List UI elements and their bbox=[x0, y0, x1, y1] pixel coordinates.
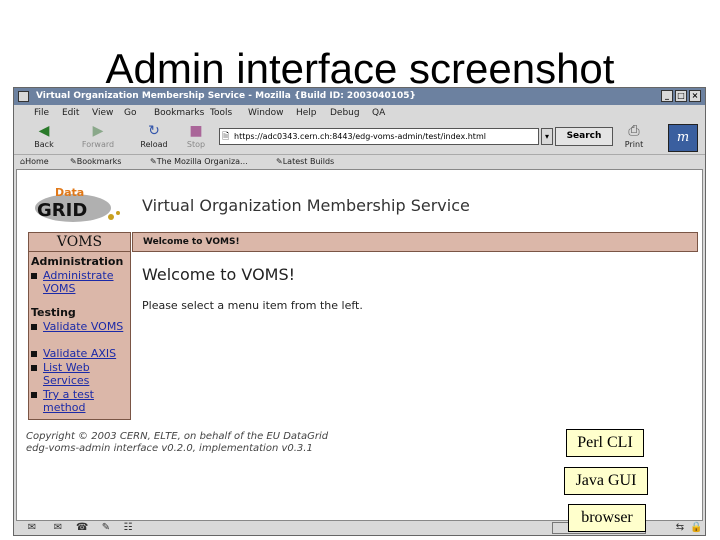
sidebar-item-label: Try a test method bbox=[43, 388, 94, 414]
mail-icon[interactable]: ✉ bbox=[52, 522, 64, 534]
forward-arrow-icon: ▶ bbox=[92, 123, 104, 139]
logo-data-text: Data bbox=[55, 186, 84, 199]
bullet-icon bbox=[31, 365, 37, 371]
copyright-line-2: edg-voms-admin interface v0.2.0, impleme… bbox=[26, 443, 313, 454]
reload-button[interactable]: ↻ Reload bbox=[134, 123, 174, 153]
bookmark-latest-builds-label: Latest Builds bbox=[282, 157, 335, 166]
reload-label: Reload bbox=[140, 140, 168, 149]
chat-icon[interactable]: ☎ bbox=[76, 522, 88, 534]
bookmark-bookmarks-label: Bookmarks bbox=[76, 157, 122, 166]
bookmark-home[interactable]: ⌂ Home bbox=[20, 155, 49, 169]
bullet-icon bbox=[31, 351, 37, 357]
sidebar-menu: Administration Administrate VOMS Testing… bbox=[28, 252, 131, 420]
stop-button[interactable]: ■ Stop bbox=[176, 123, 216, 153]
print-button[interactable]: ⎙ Print bbox=[614, 123, 654, 153]
back-button[interactable]: ◀ Back bbox=[24, 123, 64, 153]
instruction-text: Please select a menu item from the left. bbox=[142, 299, 363, 312]
bookmarks-toolbar: ⌂ Home ✎ Bookmarks ✎ The Mozilla Organiz… bbox=[14, 154, 705, 169]
back-label: Back bbox=[34, 140, 54, 149]
menu-help[interactable]: Help bbox=[296, 105, 317, 121]
page-icon: 🗎 bbox=[222, 132, 230, 142]
perl-cli-label: Perl CLI bbox=[566, 429, 644, 457]
address-book-icon[interactable]: ☷ bbox=[122, 522, 134, 534]
stop-label: Stop bbox=[186, 140, 206, 149]
bullet-icon bbox=[31, 324, 37, 330]
connection-icon: ⇆ bbox=[675, 522, 685, 533]
menu-qa[interactable]: QA bbox=[372, 105, 385, 121]
bookmark-latest-builds[interactable]: ✎ Latest Builds bbox=[276, 155, 334, 169]
bookmark-mozilla-org-label: The Mozilla Organiza... bbox=[156, 157, 248, 166]
sidebar-item-label: Validate VOMS bbox=[43, 320, 124, 333]
datagrid-logo: Data GRID bbox=[35, 186, 120, 222]
main-heading: Welcome to VOMS! bbox=[142, 265, 296, 284]
bullet-icon bbox=[31, 273, 37, 279]
bookmark-mozilla-org[interactable]: ✎ The Mozilla Organiza... bbox=[150, 155, 248, 169]
composer-icon[interactable]: ✎ bbox=[100, 522, 112, 534]
back-arrow-icon: ◀ bbox=[38, 123, 50, 139]
browser-label: browser bbox=[568, 504, 646, 532]
url-input[interactable]: https://adc0343.cern.ch:8443/edg-voms-ad… bbox=[219, 128, 539, 145]
forward-label: Forward bbox=[81, 140, 115, 149]
welcome-bar: Welcome to VOMS! bbox=[132, 232, 698, 252]
printer-icon: ⎙ bbox=[628, 123, 640, 139]
menu-window[interactable]: Window bbox=[248, 105, 284, 121]
url-dropdown-button[interactable]: ▾ bbox=[541, 128, 553, 145]
navigator-icon[interactable]: ✉ bbox=[26, 522, 38, 534]
menu-bookmarks[interactable]: Bookmarks bbox=[154, 105, 204, 121]
java-gui-label: Java GUI bbox=[564, 467, 648, 495]
copyright-footer: Copyright © 2003 CERN, ELTE, on behalf o… bbox=[26, 431, 328, 455]
forward-button[interactable]: ▶ Forward bbox=[78, 123, 118, 153]
navigation-toolbar: ◀ Back ▶ Forward ↻ Reload ■ Stop 🗎 https… bbox=[14, 121, 705, 154]
sidebar-item-label: List Web Services bbox=[43, 361, 90, 387]
logo-grid-text: GRID bbox=[37, 200, 87, 221]
menu-bar: File Edit View Go Bookmarks Tools Window… bbox=[14, 105, 705, 121]
sidebar-section-administration: Administration bbox=[31, 255, 124, 268]
search-label: Search bbox=[566, 131, 602, 141]
security-lock-icon[interactable]: 🔒 bbox=[690, 522, 702, 534]
reload-icon: ↻ bbox=[148, 123, 160, 139]
menu-debug[interactable]: Debug bbox=[330, 105, 360, 121]
slide-title: Admin interface screenshot bbox=[105, 45, 615, 92]
search-button[interactable]: Search bbox=[555, 127, 613, 146]
mozilla-logo-icon[interactable]: m bbox=[668, 124, 698, 152]
banner-title: Virtual Organization Membership Service bbox=[142, 196, 470, 215]
menu-tools[interactable]: Tools bbox=[210, 105, 232, 121]
bullet-icon bbox=[31, 392, 37, 398]
print-label: Print bbox=[624, 140, 644, 149]
sidebar-item-label: Validate AXIS bbox=[43, 347, 117, 360]
stop-icon: ■ bbox=[189, 123, 203, 139]
sidebar-item-label: Administrate VOMS bbox=[43, 269, 114, 295]
sidebar-header: VOMS bbox=[28, 232, 131, 252]
copyright-line-1: Copyright © 2003 CERN, ELTE, on behalf o… bbox=[26, 431, 329, 442]
bookmark-bookmarks[interactable]: ✎ Bookmarks bbox=[70, 155, 121, 169]
sidebar-section-testing: Testing bbox=[31, 306, 76, 319]
bookmark-home-label: Home bbox=[25, 157, 49, 166]
menu-go[interactable]: Go bbox=[124, 105, 136, 121]
menu-view[interactable]: View bbox=[92, 105, 113, 121]
menu-file[interactable]: File bbox=[34, 105, 49, 121]
menu-edit[interactable]: Edit bbox=[62, 105, 79, 121]
